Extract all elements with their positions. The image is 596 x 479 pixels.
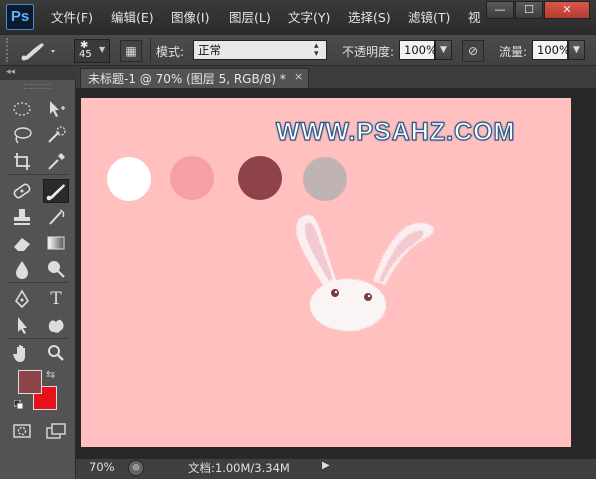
close-button[interactable]: ✕ (544, 1, 590, 19)
lasso-icon[interactable] (10, 124, 34, 146)
flow-input[interactable]: 100% (532, 40, 570, 60)
opacity-input[interactable]: 100% (399, 40, 437, 60)
collapse-icon[interactable]: ◂◂ (6, 67, 15, 77)
healing-icon[interactable] (10, 180, 34, 202)
blend-mode-select[interactable]: 正常 (193, 40, 327, 60)
minimize-button[interactable]: — (486, 1, 514, 19)
close-tab-icon[interactable]: × (294, 70, 303, 83)
brush-size-picker[interactable]: ✱ 45 ▼ (74, 39, 110, 63)
document-tab-title: 未标题-1 @ 70% (图层 5, RGB/8) * (88, 72, 286, 86)
status-menu-arrow-icon[interactable]: ▶ (322, 460, 330, 471)
eraser-icon[interactable] (10, 232, 34, 254)
gradient-icon[interactable] (44, 232, 68, 254)
pressure-opacity-icon[interactable]: ⊘ (462, 40, 484, 62)
zoom-level[interactable]: 70% (89, 460, 115, 474)
menu-image[interactable]: 图像(I) (171, 9, 209, 27)
move-icon[interactable] (44, 98, 68, 120)
tool-separator (8, 338, 68, 339)
quick-select-icon[interactable] (44, 124, 68, 146)
quick-mask-icon[interactable] (10, 420, 34, 442)
tool-preset-picker[interactable] (18, 40, 58, 62)
color-swatch-white (107, 157, 151, 201)
brush-tool-icon[interactable] (43, 179, 69, 203)
updown-arrows-icon: ▴ ▾ (314, 41, 319, 59)
swap-colors-icon[interactable]: ⇆ (46, 368, 55, 381)
photoshop-logo: Ps (6, 4, 34, 30)
path-select-icon[interactable] (10, 314, 34, 336)
flow-label: 流量: (499, 45, 528, 59)
foreground-color-swatch[interactable] (18, 370, 42, 394)
chevron-down-icon: ▼ (99, 45, 106, 54)
brush-icon (21, 43, 55, 61)
blur-icon[interactable] (10, 258, 34, 280)
default-colors-icon[interactable] (13, 399, 24, 410)
stamp-icon[interactable] (10, 206, 34, 228)
eyedropper-icon[interactable] (44, 150, 68, 172)
toolbox-grip (24, 84, 52, 89)
menu-edit[interactable]: 编辑(E) (111, 9, 154, 27)
tool-separator (8, 174, 68, 175)
color-swatch-maroon (238, 156, 282, 200)
menu-file[interactable]: 文件(F) (51, 9, 93, 27)
maximize-button[interactable]: ☐ (515, 1, 543, 19)
color-swatch-pink (170, 156, 214, 200)
brush-panel-icon[interactable]: ▦ (120, 40, 142, 62)
menu-select[interactable]: 选择(S) (348, 9, 391, 27)
status-bar (76, 458, 596, 479)
menu-view[interactable]: 视 (468, 9, 481, 27)
shape-icon[interactable] (44, 314, 68, 336)
tool-separator (8, 282, 68, 283)
flow-dropdown[interactable]: ▼ (568, 40, 585, 60)
zoom-icon[interactable] (44, 342, 68, 364)
screen-mode-icon[interactable] (44, 420, 68, 442)
menu-filter[interactable]: 滤镜(T) (408, 9, 450, 27)
hand-icon[interactable] (10, 342, 34, 364)
opacity-dropdown[interactable]: ▼ (435, 40, 452, 60)
menu-layer[interactable]: 图层(L) (229, 9, 271, 27)
marquee-icon[interactable] (10, 98, 34, 120)
pen-icon[interactable] (10, 288, 34, 310)
bunny-illustration (296, 214, 434, 331)
mode-label: 模式: (156, 45, 185, 59)
color-swatch-gray (303, 157, 347, 201)
menu-type[interactable]: 文字(Y) (288, 9, 330, 27)
dodge-icon[interactable] (44, 258, 68, 280)
watermark-text: WWW.PSAHZ.COM (275, 117, 516, 146)
options-divider (150, 38, 151, 62)
opacity-label: 不透明度: (342, 45, 395, 59)
text-icon[interactable]: T (44, 288, 68, 310)
options-grip (6, 38, 14, 62)
document-size-info: 文档:1.00M/3.34M (188, 461, 290, 475)
brush-size-value: 45 (79, 49, 92, 60)
crop-icon[interactable] (10, 150, 34, 172)
history-brush-icon[interactable] (44, 206, 68, 228)
share-icon[interactable]: ⊚ (128, 460, 144, 476)
